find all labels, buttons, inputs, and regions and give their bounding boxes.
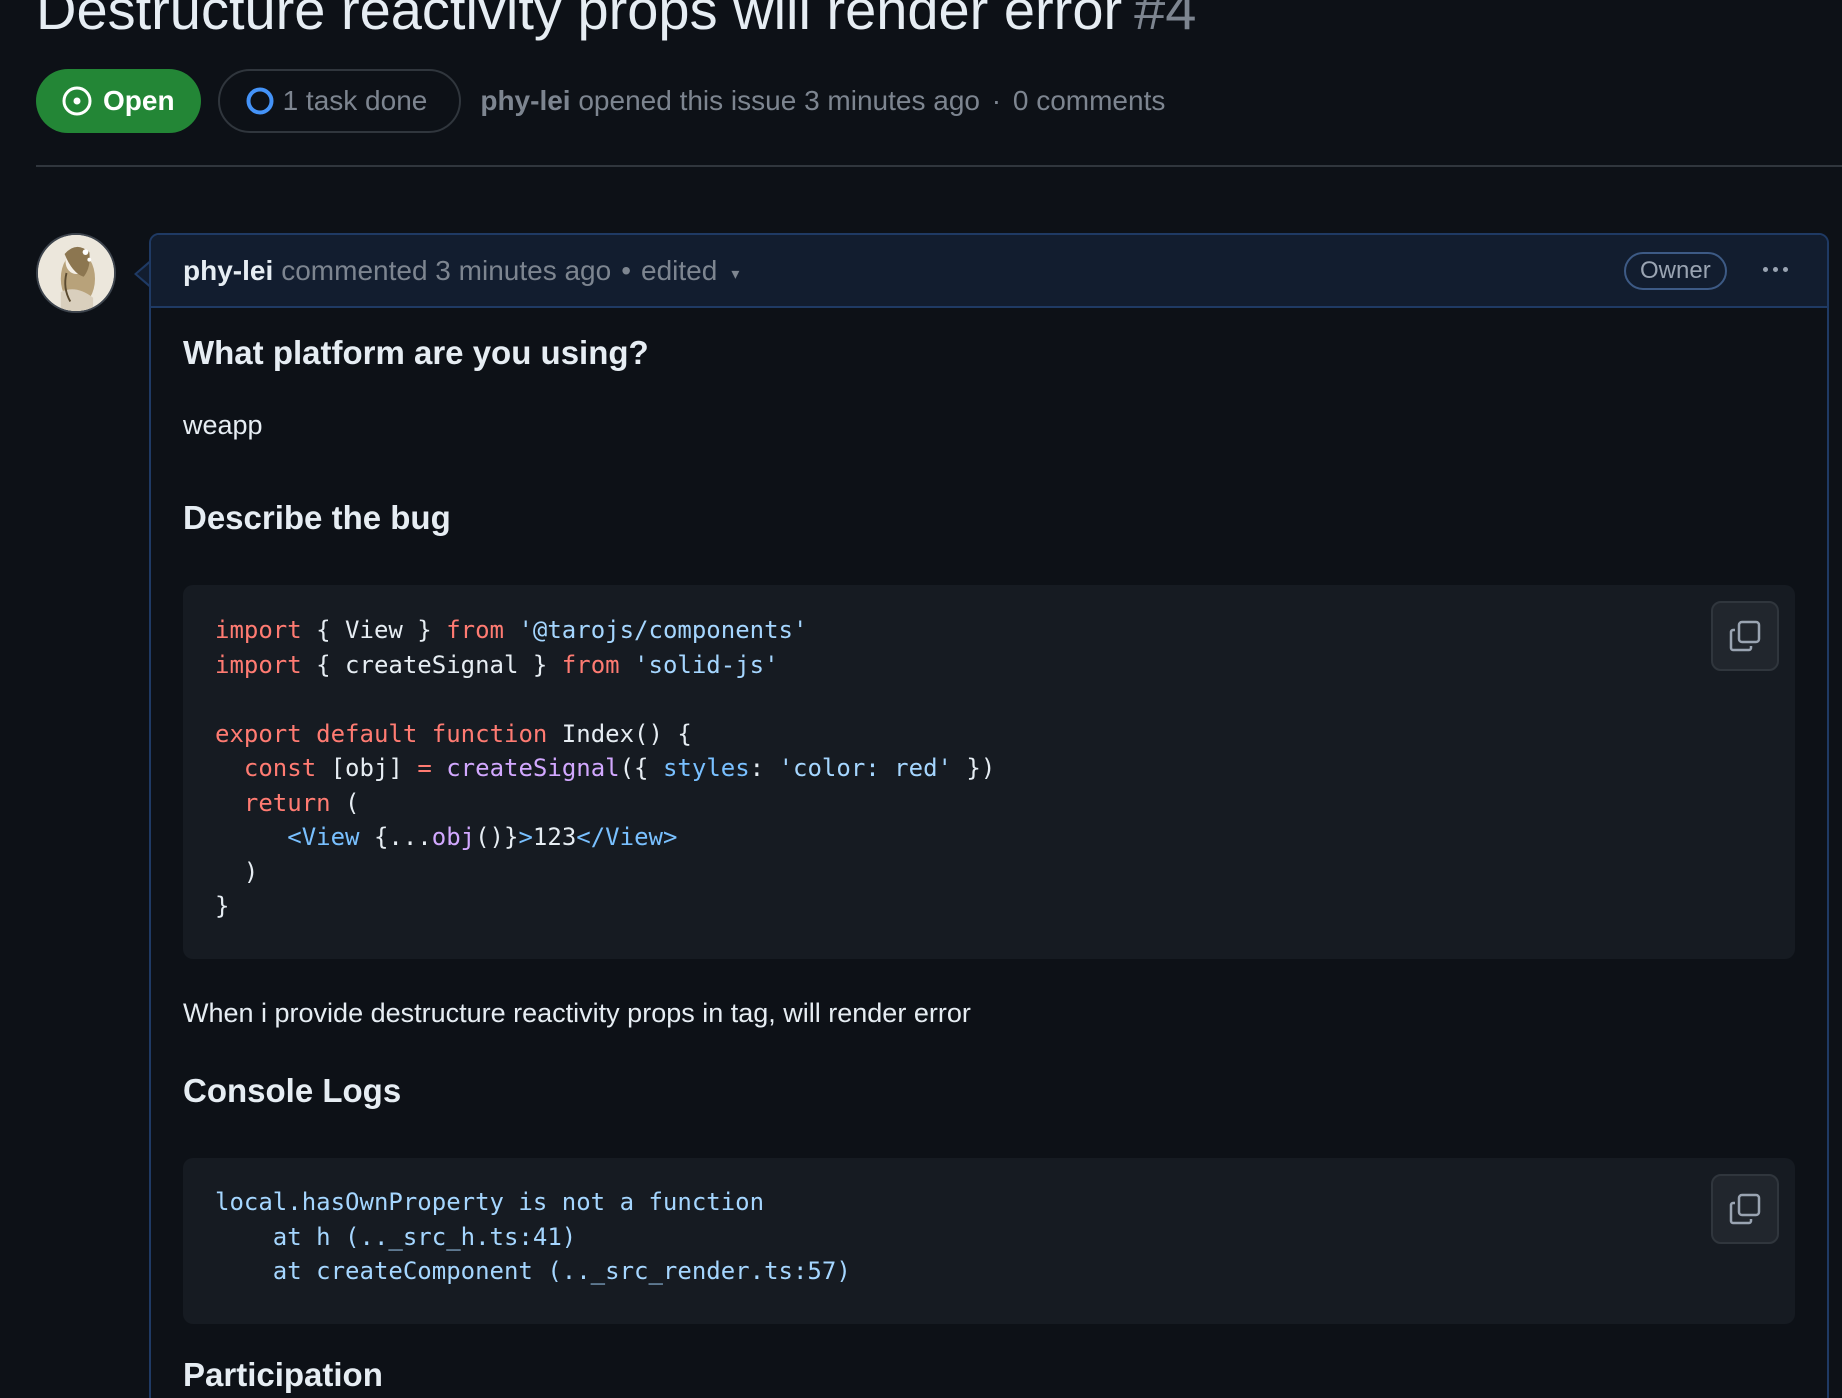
kebab-menu-icon[interactable]: [1755, 249, 1795, 289]
issue-title: Destructure reactivity props will render…: [36, 0, 1196, 48]
issue-opened-icon: [62, 86, 92, 116]
logs-content: local.hasOwnProperty is not a function a…: [215, 1188, 851, 1285]
platform-value: weapp: [183, 410, 263, 440]
issue-opened-text: opened this issue 3 minutes ago: [578, 85, 980, 116]
copy-icon: [1729, 620, 1761, 652]
comment-count: 0 comments: [1012, 85, 1166, 116]
logs-heading: Console Logs: [183, 1072, 402, 1109]
code-content: import { View } from '@tarojs/components…: [215, 616, 996, 920]
issue-state-label: Open: [103, 85, 175, 116]
bug-heading: Describe the bug: [183, 499, 451, 536]
bug-description: When i provide destructure reactivity pr…: [183, 998, 971, 1028]
participation-heading: Participation: [183, 1356, 383, 1393]
avatar-image: [38, 235, 114, 311]
issue-title-text: Destructure reactivity props will render…: [36, 0, 1123, 41]
caret-down-icon[interactable]: ▾: [731, 264, 739, 284]
avatar[interactable]: [36, 233, 116, 313]
task-progress-icon: [246, 87, 274, 115]
comment-header: phy-lei commented 3 minutes ago • edited…: [151, 235, 1827, 308]
comment-edited-label[interactable]: edited: [641, 255, 717, 287]
comment-author-link[interactable]: phy-lei: [183, 255, 273, 287]
task-progress-label: 1 task done: [282, 85, 428, 116]
task-progress-pill[interactable]: 1 task done: [217, 69, 462, 133]
copy-code-button[interactable]: [1711, 601, 1779, 671]
issue-meta-row: Open 1 task done phy-lei opened this iss…: [36, 69, 1165, 133]
issue-page: Destructure reactivity props will render…: [0, 0, 1842, 1398]
comment-meta-dot: •: [621, 254, 632, 286]
issue-opened-meta: phy-lei opened this issue 3 minutes ago …: [480, 85, 1165, 117]
platform-heading: What platform are you using?: [183, 334, 649, 371]
comment-timestamp[interactable]: commented 3 minutes ago: [281, 255, 611, 287]
issue-comment: phy-lei commented 3 minutes ago • edited…: [149, 233, 1829, 1398]
issue-state-badge: Open: [36, 69, 201, 133]
code-block: import { View } from '@tarojs/components…: [183, 585, 1795, 959]
issue-number: #4: [1134, 0, 1197, 41]
owner-badge: Owner: [1624, 252, 1727, 290]
header-divider: [36, 165, 1842, 167]
meta-separator: ·: [991, 85, 1002, 116]
copy-icon: [1729, 1193, 1761, 1225]
comment-header-meta: phy-lei commented 3 minutes ago • edited…: [183, 235, 739, 306]
logs-block: local.hasOwnProperty is not a function a…: [183, 1158, 1795, 1324]
copy-logs-button[interactable]: [1711, 1174, 1779, 1244]
issue-author-link[interactable]: phy-lei: [480, 85, 570, 116]
